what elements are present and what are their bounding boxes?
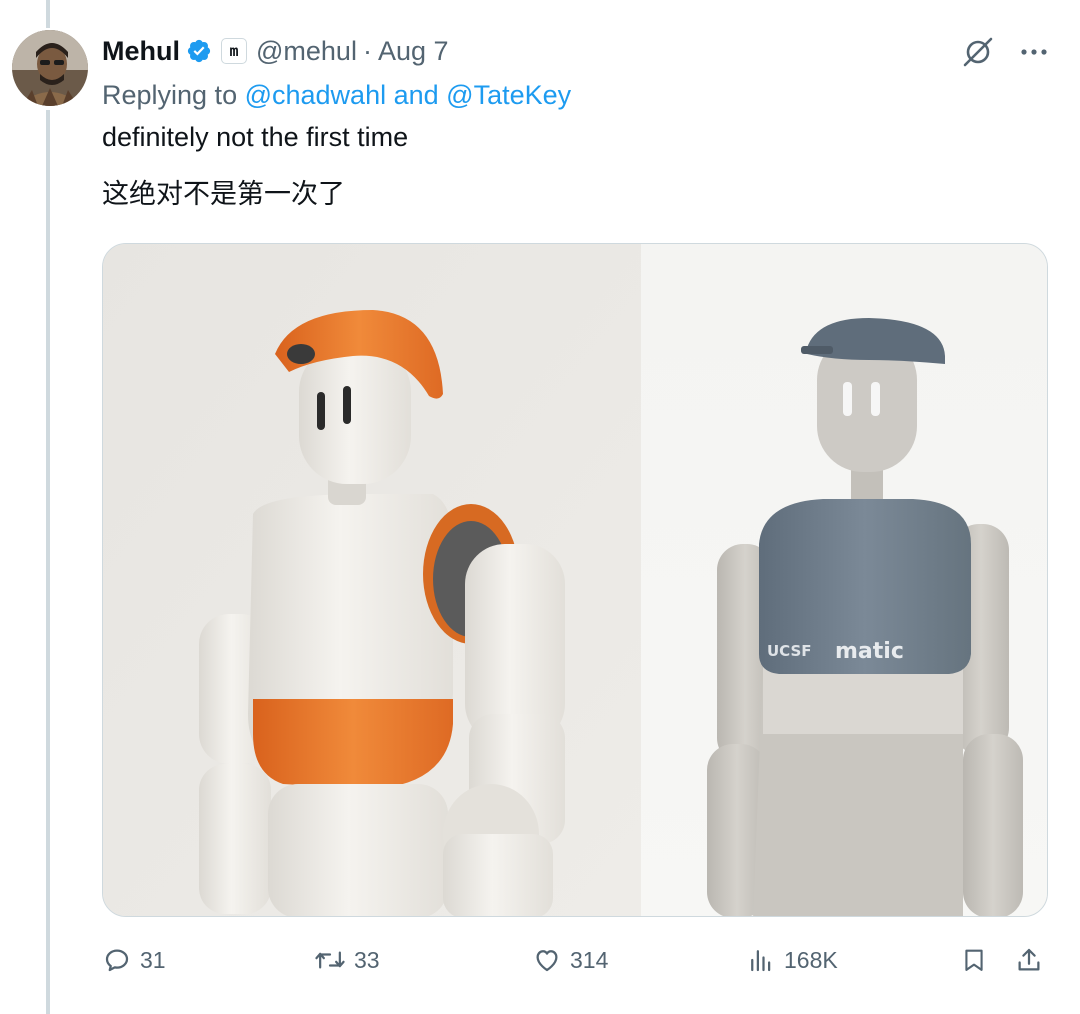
- tweet-media-image[interactable]: UCSF matic: [102, 243, 1048, 917]
- bookmark-icon: [960, 945, 988, 975]
- tweet-text-line-1: definitely not the first time: [102, 122, 409, 152]
- repost-button[interactable]: 33: [314, 940, 380, 980]
- ucsf-logo: UCSF: [767, 642, 812, 660]
- heart-icon: [532, 945, 562, 975]
- tweet-header: Mehul m @mehul · Aug 7: [102, 30, 449, 72]
- author-name[interactable]: Mehul: [102, 36, 180, 67]
- replying-to: Replying to @chadwahl and @TateKey: [102, 80, 571, 111]
- views-button[interactable]: 168K: [746, 940, 838, 980]
- views-count: 168K: [784, 946, 838, 973]
- affiliation-badge[interactable]: m: [221, 38, 247, 64]
- tweet-top-actions: [960, 34, 1052, 70]
- like-button[interactable]: 314: [532, 940, 608, 980]
- reply-button[interactable]: 31: [102, 940, 166, 980]
- separator-dot: ·: [362, 35, 372, 66]
- views-icon: [746, 945, 776, 975]
- repost-icon: [314, 945, 346, 975]
- bookmark-button[interactable]: [960, 940, 988, 980]
- reply-icon: [102, 945, 132, 975]
- more-icon[interactable]: [1016, 34, 1052, 70]
- tweet-text-line-2: 这绝对不是第一次了: [102, 179, 345, 210]
- like-count: 314: [570, 946, 609, 973]
- tweet-detail: Mehul m @mehul · Aug 7 Replying to @chad…: [0, 0, 1080, 1014]
- author-handle[interactable]: @mehul: [256, 36, 357, 67]
- repost-count: 33: [354, 946, 380, 973]
- reply-count: 31: [140, 946, 166, 973]
- matic-logo: matic: [835, 639, 904, 664]
- reply-joiner: and: [386, 80, 447, 110]
- thread-line-top: [46, 0, 50, 28]
- verified-badge-icon: [186, 38, 212, 64]
- tweet-actions: 31 33 314 168K: [102, 940, 1048, 980]
- share-button[interactable]: [1014, 940, 1044, 980]
- reply-mention-tatekey[interactable]: @TateKey: [446, 80, 571, 110]
- tweet-date[interactable]: Aug 7: [378, 36, 449, 67]
- thread-line: [46, 110, 50, 1014]
- share-icon: [1014, 945, 1044, 975]
- grok-icon[interactable]: [960, 34, 996, 70]
- avatar[interactable]: [12, 30, 88, 106]
- replying-prefix: Replying to: [102, 80, 245, 110]
- reply-mention-chadwahl[interactable]: @chadwahl: [245, 80, 387, 110]
